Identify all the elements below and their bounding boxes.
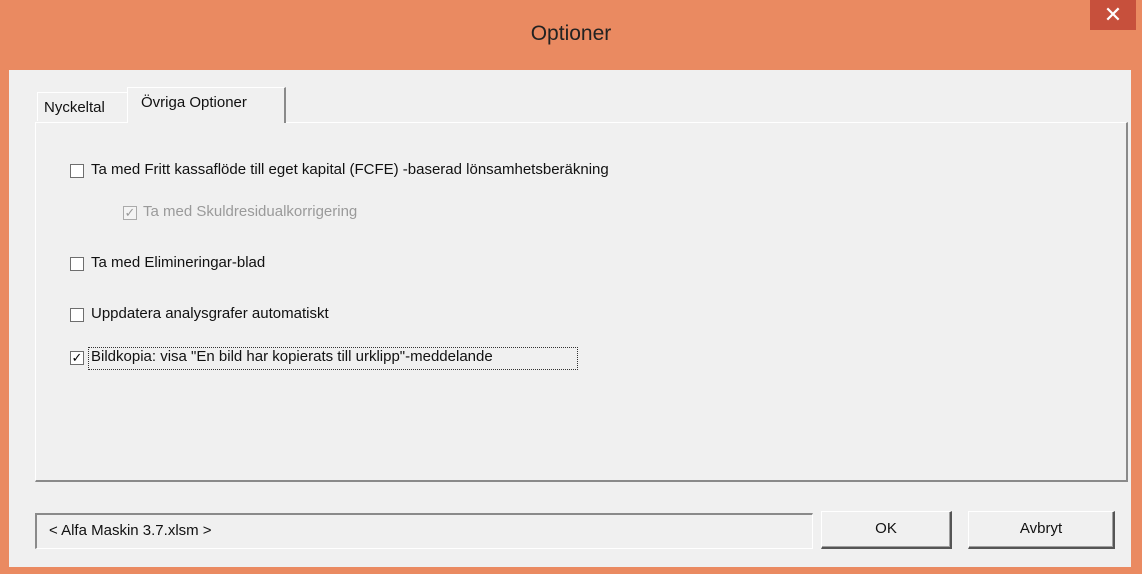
checkmark-icon: ✓ [124, 205, 136, 220]
close-icon: ✕ [1103, 2, 1123, 27]
tab-label: Nyckeltal [44, 99, 105, 116]
cancel-button[interactable]: Avbryt [968, 511, 1115, 549]
analysgrafer-checkbox[interactable] [70, 308, 84, 322]
ok-button-label: OK [875, 520, 897, 537]
tab-nyckeltal[interactable]: Nyckeltal [37, 92, 128, 121]
close-button[interactable]: ✕ [1090, 0, 1136, 30]
analysgrafer-label[interactable]: Uppdatera analysgrafer automatiskt [91, 305, 329, 322]
bildkopia-checkbox[interactable]: ✓ [70, 351, 84, 365]
fcfe-label[interactable]: Ta med Fritt kassaflöde till eget kapita… [91, 161, 609, 178]
options-dialog: Optioner ✕ Nyckeltal Övriga Optioner Ta … [0, 0, 1142, 574]
tab-panel-ovriga-optioner: Ta med Fritt kassaflöde till eget kapita… [35, 122, 1128, 482]
fcfe-checkbox[interactable] [70, 164, 84, 178]
checkmark-icon: ✓ [71, 350, 83, 365]
title-bar[interactable]: Optioner ✕ [0, 0, 1142, 70]
dialog-client-area: Nyckeltal Övriga Optioner Ta med Fritt k… [9, 70, 1131, 567]
skuldresidual-label: Ta med Skuldresidualkorrigering [143, 203, 358, 220]
elimineringar-label[interactable]: Ta med Elimineringar-blad [91, 254, 265, 271]
tab-label: Övriga Optioner [141, 94, 247, 111]
elimineringar-checkbox[interactable] [70, 257, 84, 271]
dialog-title: Optioner [530, 22, 612, 45]
workbook-status-field: < Alfa Maskin 3.7.xlsm > [35, 513, 813, 549]
tab-ovriga-optioner[interactable]: Övriga Optioner [127, 87, 286, 123]
bildkopia-label[interactable]: Bildkopia: visa "En bild har kopierats t… [91, 348, 493, 365]
ok-button[interactable]: OK [821, 511, 952, 549]
workbook-name: < Alfa Maskin 3.7.xlsm > [49, 522, 212, 539]
skuldresidual-checkbox: ✓ [123, 206, 137, 220]
cancel-button-label: Avbryt [1019, 520, 1063, 537]
